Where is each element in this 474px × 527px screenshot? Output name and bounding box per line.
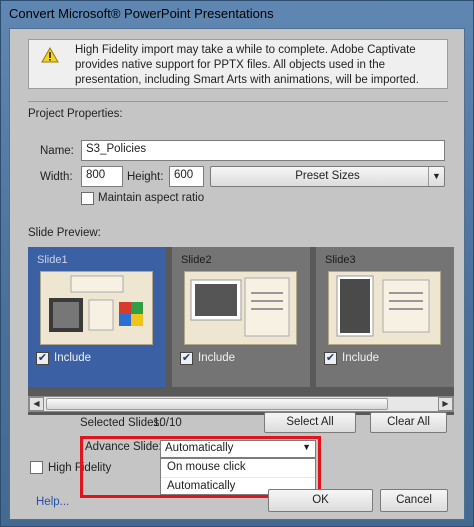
warning-icon	[41, 46, 59, 68]
slide-card[interactable]: Slide3 ✔ Include	[316, 247, 454, 387]
window-title: Convert Microsoft® PowerPoint Presentati…	[9, 6, 274, 21]
preset-sizes-label: Preset Sizes	[295, 170, 360, 182]
slide-preview-heading: Slide Preview:	[28, 227, 101, 239]
height-label: Height:	[127, 171, 164, 183]
select-all-button[interactable]: Select All	[264, 412, 356, 433]
preview-scrollbar[interactable]: ◀ ▶	[28, 396, 454, 412]
clear-all-button[interactable]: Clear All	[370, 412, 447, 433]
ok-button[interactable]: OK	[268, 489, 373, 512]
slide-card[interactable]: Slide1 ✔ Include	[28, 247, 166, 387]
scrollbar-thumb[interactable]	[46, 398, 388, 410]
width-label: Width:	[40, 171, 73, 183]
name-label: Name:	[40, 145, 74, 157]
slide-title: Slide2	[181, 254, 212, 266]
slide-card[interactable]: Slide2 ✔ Include	[172, 247, 310, 387]
notice-text: High Fidelity import may take a while to…	[75, 44, 419, 86]
include-checkbox[interactable]: ✔	[36, 352, 49, 365]
width-input[interactable]: 800	[81, 166, 123, 187]
slide-thumbnail	[328, 271, 441, 345]
high-fidelity-checkbox[interactable]	[30, 461, 43, 474]
selected-slides-label: Selected Slides:	[80, 417, 163, 429]
name-input[interactable]: S3_Policies	[81, 140, 445, 161]
selected-slides-value: 10/10	[153, 417, 182, 429]
project-properties-heading: Project Properties:	[28, 108, 123, 120]
scroll-right-icon[interactable]: ▶	[438, 397, 453, 411]
maintain-aspect-label: Maintain aspect ratio	[98, 192, 205, 204]
slide-title: Slide3	[325, 254, 356, 266]
dialog-window: Convert Microsoft® PowerPoint Presentati…	[0, 0, 474, 527]
include-label: Include	[342, 352, 380, 364]
slide-thumbnail	[184, 271, 297, 345]
preset-sizes-dropdown[interactable]: Preset Sizes ▼	[210, 166, 445, 187]
include-label: Include	[54, 352, 92, 364]
slide-thumbnail	[40, 271, 153, 345]
scroll-left-icon[interactable]: ◀	[29, 397, 44, 411]
notice-box: High Fidelity import may take a while to…	[28, 39, 448, 89]
maintain-aspect-checkbox[interactable]	[81, 192, 94, 205]
dialog-body: High Fidelity import may take a while to…	[9, 28, 465, 520]
include-checkbox[interactable]: ✔	[180, 352, 193, 365]
divider	[28, 101, 448, 102]
cancel-button[interactable]: Cancel	[380, 489, 448, 512]
slide-title: Slide1	[37, 254, 68, 266]
include-checkbox[interactable]: ✔	[324, 352, 337, 365]
slide-preview-panel: Slide1 ✔ Include Slide2 ✔ Include Slide3…	[28, 247, 454, 415]
help-link[interactable]: Help...	[36, 496, 69, 508]
height-input[interactable]: 600	[169, 166, 204, 187]
include-label: Include	[198, 352, 236, 364]
chevron-down-icon: ▼	[428, 167, 444, 186]
